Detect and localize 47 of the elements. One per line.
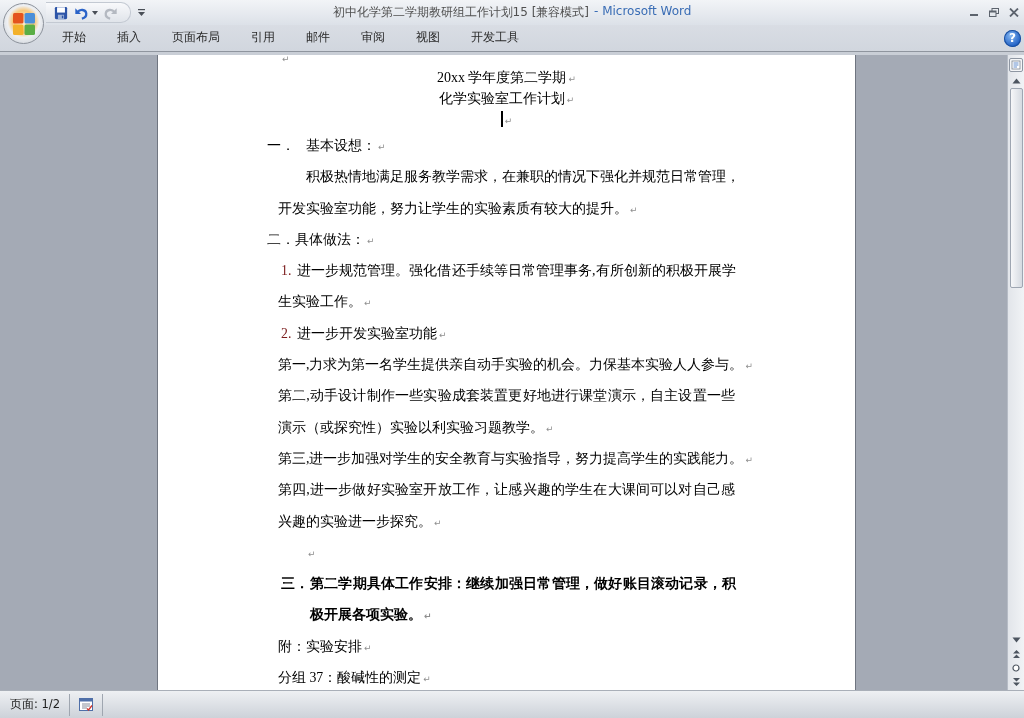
paragraph-mark: ↵ [308, 548, 316, 559]
heading-text: 基本设想：↵ [306, 138, 386, 153]
list-item: 2. 进一步开发实验室功能↵ [280, 325, 447, 341]
undo-icon[interactable] [74, 5, 88, 20]
page-icon[interactable] [1009, 58, 1023, 72]
app-name: - Microsoft Word [594, 4, 692, 20]
ribbon-tab[interactable]: 引用 [235, 26, 290, 50]
ribbon-tab[interactable]: 插入 [101, 26, 156, 50]
document-check-icon[interactable] [79, 698, 94, 711]
list-item: 1. 进一步规范管理。强化借还手续等日常管理事务,有所创新的积极开展学 生实验工作。↵ [278, 262, 735, 312]
paragraph: 分组 37：酸碱性的测定↵ [278, 670, 431, 686]
page-count: 页面: 1/2 [9, 697, 62, 712]
paragraph-mark: ↵ [504, 116, 513, 126]
document-title: 化学实验室工作计划↵ [438, 91, 575, 106]
paragraph: 第三,进一步加强对学生的安全教育与实验指导，努力提高学生的实践能力。↵ [278, 450, 753, 466]
paragraph: 积极热情地满足服务教学需求，在兼职的情况下强化并规范日常管理， 开发实验室功能，努力让学生的实验素质有较大的提升。↵ [278, 168, 735, 218]
text-cursor [500, 111, 503, 127]
scroll-up-arrow-icon[interactable] [1011, 77, 1021, 85]
squares-logo-icon [11, 11, 36, 36]
caret-icon[interactable] [138, 9, 145, 16]
heading-text: 二．具体做法：↵ [267, 231, 375, 247]
paragraph: 第四,进一步做好实验室开放工作，让感兴趣的学生在大课间可以对自己感 兴趣的实验进一步探究。↵ [278, 481, 735, 531]
circle-icon[interactable] [1012, 664, 1020, 672]
scroll-thumb[interactable] [1009, 88, 1023, 288]
vertical-scrollbar[interactable] [1007, 55, 1024, 690]
ribbon-tab[interactable]: 邮件 [290, 26, 345, 50]
ribbon-tab[interactable]: 开始 [46, 26, 101, 50]
scroll-down-arrow-icon[interactable] [1011, 636, 1021, 644]
list-number: 一． [267, 137, 296, 155]
ribbon-tab[interactable]: 视图 [400, 26, 455, 50]
save-icon[interactable] [54, 5, 68, 20]
section-heading: 第二学期具体工作安排：继续加强日常管理，做好账目滚动记录，积 极开展各项实验。↵ [310, 575, 736, 625]
ribbon-tab[interactable]: 开发工具 [455, 26, 534, 50]
paragraph-mark: ↵ [282, 55, 290, 64]
restore-icon[interactable] [989, 8, 999, 17]
list-number: 三． [281, 575, 310, 594]
close-icon[interactable] [1009, 8, 1019, 17]
document-title: 20xx 学年度第二学期↵ [436, 70, 576, 85]
ribbon-tab[interactable]: 审阅 [345, 26, 400, 50]
double-up-arrow-icon[interactable] [1011, 649, 1021, 659]
paragraph: 第二,动手设计制作一些实验成套装置更好地进行课堂演示，自主设置一些 演示（或探究性）实验以利实验习题教学。↵ [278, 387, 735, 437]
caret-icon[interactable] [92, 10, 98, 15]
paragraph: 附：实验安排↵ [278, 638, 372, 654]
double-down-arrow-icon[interactable] [1011, 677, 1021, 687]
paragraph: 第一,力求为第一名学生提供亲自动手实验的机会。力保基本实验人人参与。↵ [278, 357, 753, 373]
ribbon-tab[interactable]: 页面布局 [156, 26, 235, 50]
window-title: 初中化学第二学期教研组工作计划15 [兼容模式] [332, 4, 589, 21]
